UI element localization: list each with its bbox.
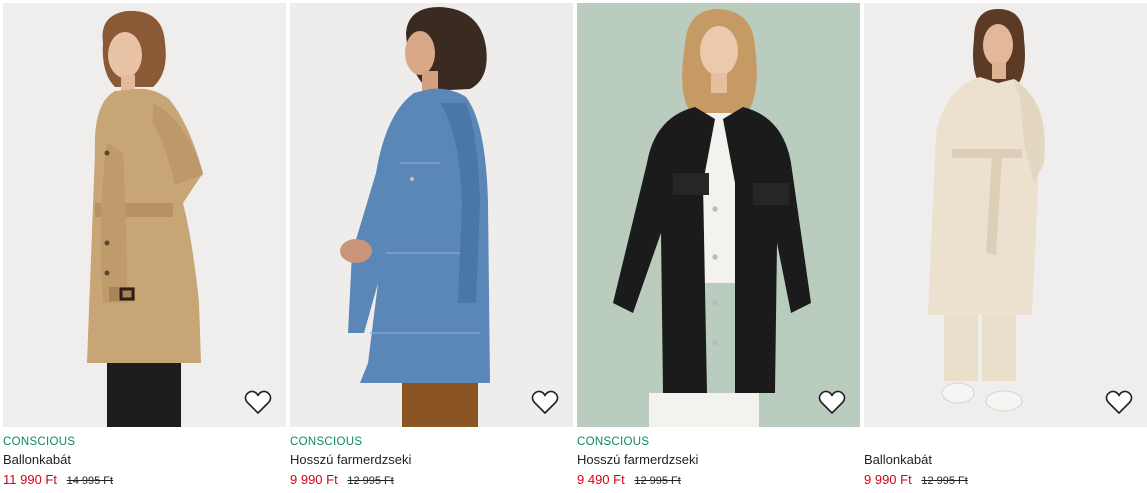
cream-trench-coat-image (864, 3, 1147, 427)
product-info: CONSCIOUS Ballonkabát 11 990 Ft 14 995 F… (3, 427, 286, 490)
original-price: 12 995 Ft (347, 475, 394, 487)
product-image[interactable] (577, 3, 860, 427)
favorite-button[interactable] (244, 389, 272, 415)
favorite-button[interactable] (1105, 389, 1133, 415)
blue-denim-jacket-image (290, 3, 573, 427)
product-info: CONSCIOUS Hosszú farmerdzseki 9 990 Ft 1… (290, 427, 573, 490)
conscious-tag (864, 435, 1147, 450)
product-title[interactable]: Ballonkabát (864, 451, 1147, 469)
product-title[interactable]: Hosszú farmerdzseki (577, 451, 860, 469)
product-prices: 9 990 Ft 12 995 Ft (864, 471, 1147, 490)
conscious-tag: CONSCIOUS (290, 436, 363, 448)
original-price: 14 995 Ft (66, 475, 114, 487)
favorite-button[interactable] (531, 389, 559, 415)
product-image[interactable] (864, 3, 1147, 427)
product-image[interactable] (290, 3, 573, 427)
product-info: Ballonkabát 9 990 Ft 12 995 Ft (864, 427, 1147, 490)
product-card[interactable]: Ballonkabát 9 990 Ft 12 995 Ft (864, 3, 1147, 493)
favorite-button[interactable] (818, 389, 846, 415)
product-prices: 9 490 Ft 12 995 Ft (577, 471, 860, 490)
sale-price: 9 490 Ft (577, 472, 625, 487)
sale-price: 9 990 Ft (290, 472, 338, 487)
product-prices: 11 990 Ft 14 995 Ft (3, 471, 286, 490)
product-prices: 9 990 Ft 12 995 Ft (290, 471, 573, 490)
original-price: 12 995 Ft (634, 475, 681, 487)
heart-outline-icon (244, 390, 272, 414)
sale-price: 9 990 Ft (864, 472, 912, 487)
product-card[interactable]: CONSCIOUS Hosszú farmerdzseki 9 490 Ft 1… (577, 3, 860, 493)
original-price: 12 995 Ft (921, 475, 968, 487)
product-card[interactable]: CONSCIOUS Hosszú farmerdzseki 9 990 Ft 1… (290, 3, 573, 493)
black-denim-jacket-image (577, 3, 860, 427)
conscious-tag: CONSCIOUS (3, 436, 76, 448)
beige-trench-coat-image (3, 3, 286, 427)
sale-price: 11 990 Ft (3, 472, 57, 487)
heart-outline-icon (1105, 390, 1133, 414)
heart-outline-icon (531, 390, 559, 414)
product-title[interactable]: Hosszú farmerdzseki (290, 451, 573, 469)
product-grid: CONSCIOUS Ballonkabát 11 990 Ft 14 995 F… (3, 3, 1147, 493)
conscious-tag: CONSCIOUS (577, 436, 650, 448)
heart-outline-icon (818, 390, 846, 414)
product-image[interactable] (3, 3, 286, 427)
product-card[interactable]: CONSCIOUS Ballonkabát 11 990 Ft 14 995 F… (3, 3, 286, 493)
product-info: CONSCIOUS Hosszú farmerdzseki 9 490 Ft 1… (577, 427, 860, 490)
product-title[interactable]: Ballonkabát (3, 451, 286, 469)
